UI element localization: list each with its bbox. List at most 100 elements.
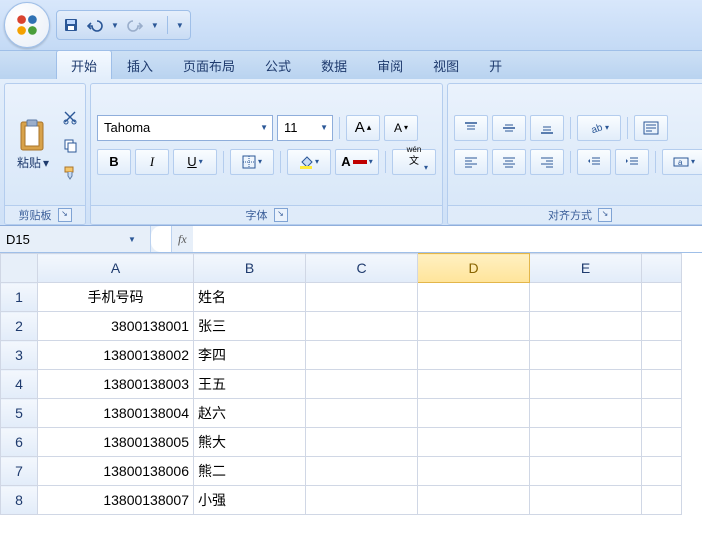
tab-developer[interactable]: 开 [474,50,517,79]
phonetic-dropdown-icon[interactable]: ▾ [424,163,428,173]
bold-button[interactable]: B [97,149,131,175]
row-header[interactable]: 6 [1,428,38,457]
font-name-combo[interactable]: Tahoma ▼ [97,115,273,141]
name-box[interactable]: ▼ [0,226,151,252]
cell[interactable]: 13800138002 [38,341,194,370]
formula-input[interactable] [193,226,702,252]
cell[interactable] [530,457,642,486]
cell[interactable]: 13800138005 [38,428,194,457]
align-right-button[interactable] [530,149,564,175]
cell[interactable] [418,341,530,370]
row-header[interactable]: 8 [1,486,38,515]
cell[interactable] [642,312,682,341]
cell[interactable]: 王五 [194,370,306,399]
save-icon[interactable] [63,17,79,33]
col-header-A[interactable]: A [38,254,194,283]
cell[interactable] [418,370,530,399]
redo-dropdown-icon[interactable]: ▼ [151,21,159,30]
col-header-C[interactable]: C [306,254,418,283]
cell[interactable] [306,341,418,370]
col-header-E[interactable]: E [530,254,642,283]
row-header[interactable]: 4 [1,370,38,399]
spreadsheet[interactable]: A B C D E 1手机号码姓名23800138001张三3138001380… [0,253,702,535]
underline-button[interactable]: U▾ [173,149,217,175]
cell[interactable]: 小强 [194,486,306,515]
cell[interactable] [642,341,682,370]
undo-dropdown-icon[interactable]: ▼ [111,21,119,30]
font-size-combo[interactable]: 11 ▼ [277,115,333,141]
cut-icon[interactable] [61,108,79,126]
redo-icon[interactable] [127,17,143,33]
decrease-font-button[interactable]: A▾ [384,115,418,141]
qat-customize-icon[interactable]: ▼ [176,21,184,30]
tab-insert[interactable]: 插入 [112,50,168,79]
name-box-dropdown-icon[interactable]: ▼ [122,235,142,244]
copy-icon[interactable] [61,136,79,154]
cell[interactable]: 13800138003 [38,370,194,399]
cell[interactable] [418,486,530,515]
cell[interactable]: 赵六 [194,399,306,428]
cell[interactable] [642,457,682,486]
cancel-formula-button[interactable] [151,226,172,252]
align-center-button[interactable] [492,149,526,175]
phonetic-guide-button[interactable]: wén文 ▾ [392,149,436,175]
orientation-button[interactable]: ab▾ [577,115,621,141]
row-header[interactable]: 5 [1,399,38,428]
border-button[interactable]: ▾ [230,149,274,175]
cell[interactable] [306,283,418,312]
cell[interactable] [418,399,530,428]
align-middle-button[interactable] [492,115,526,141]
cell[interactable]: 手机号码 [38,283,194,312]
cell-reference-input[interactable] [0,232,122,247]
font-color-button[interactable]: A ▾ [335,149,379,175]
cell[interactable] [306,457,418,486]
font-color-dropdown-icon[interactable]: ▾ [369,157,373,166]
clipboard-dialog-launcher-icon[interactable]: ↘ [58,208,72,222]
fx-label[interactable]: fx [172,232,193,247]
cell[interactable]: 张三 [194,312,306,341]
cell[interactable] [642,283,682,312]
col-header-B[interactable]: B [194,254,306,283]
cell[interactable] [642,399,682,428]
increase-indent-button[interactable] [615,149,649,175]
tab-page-layout[interactable]: 页面布局 [168,50,250,79]
cell[interactable] [530,312,642,341]
row-header[interactable]: 3 [1,341,38,370]
decrease-indent-button[interactable] [577,149,611,175]
cell[interactable] [530,399,642,428]
col-header-D[interactable]: D [418,254,530,283]
cell[interactable] [530,341,642,370]
select-all-corner[interactable] [1,254,38,283]
col-header-extra[interactable] [642,254,682,283]
cell[interactable]: 姓名 [194,283,306,312]
cell[interactable] [306,312,418,341]
cell[interactable] [530,283,642,312]
cell[interactable] [418,428,530,457]
cell[interactable]: 李四 [194,341,306,370]
cell[interactable] [306,370,418,399]
row-header[interactable]: 2 [1,312,38,341]
cell[interactable] [306,486,418,515]
cell[interactable] [642,486,682,515]
border-dropdown-icon[interactable]: ▾ [258,157,262,166]
cell[interactable]: 熊二 [194,457,306,486]
merge-dropdown-icon[interactable]: ▾ [691,157,695,166]
wrap-text-button[interactable] [634,115,668,141]
format-painter-icon[interactable] [61,164,79,182]
cell[interactable]: 3800138001 [38,312,194,341]
italic-button[interactable]: I [135,149,169,175]
cell[interactable] [306,428,418,457]
fill-color-button[interactable]: ▾ [287,149,331,175]
cell[interactable] [418,457,530,486]
merge-center-button[interactable]: a▾ [662,149,702,175]
cell[interactable] [418,312,530,341]
cell[interactable] [418,283,530,312]
align-left-button[interactable] [454,149,488,175]
fill-color-dropdown-icon[interactable]: ▾ [315,157,319,166]
row-header[interactable]: 7 [1,457,38,486]
align-bottom-button[interactable] [530,115,564,141]
paste-button[interactable]: 粘贴▾ [11,118,55,171]
paste-dropdown-icon[interactable]: ▾ [43,156,49,170]
cell[interactable]: 13800138007 [38,486,194,515]
office-button[interactable] [4,2,50,48]
